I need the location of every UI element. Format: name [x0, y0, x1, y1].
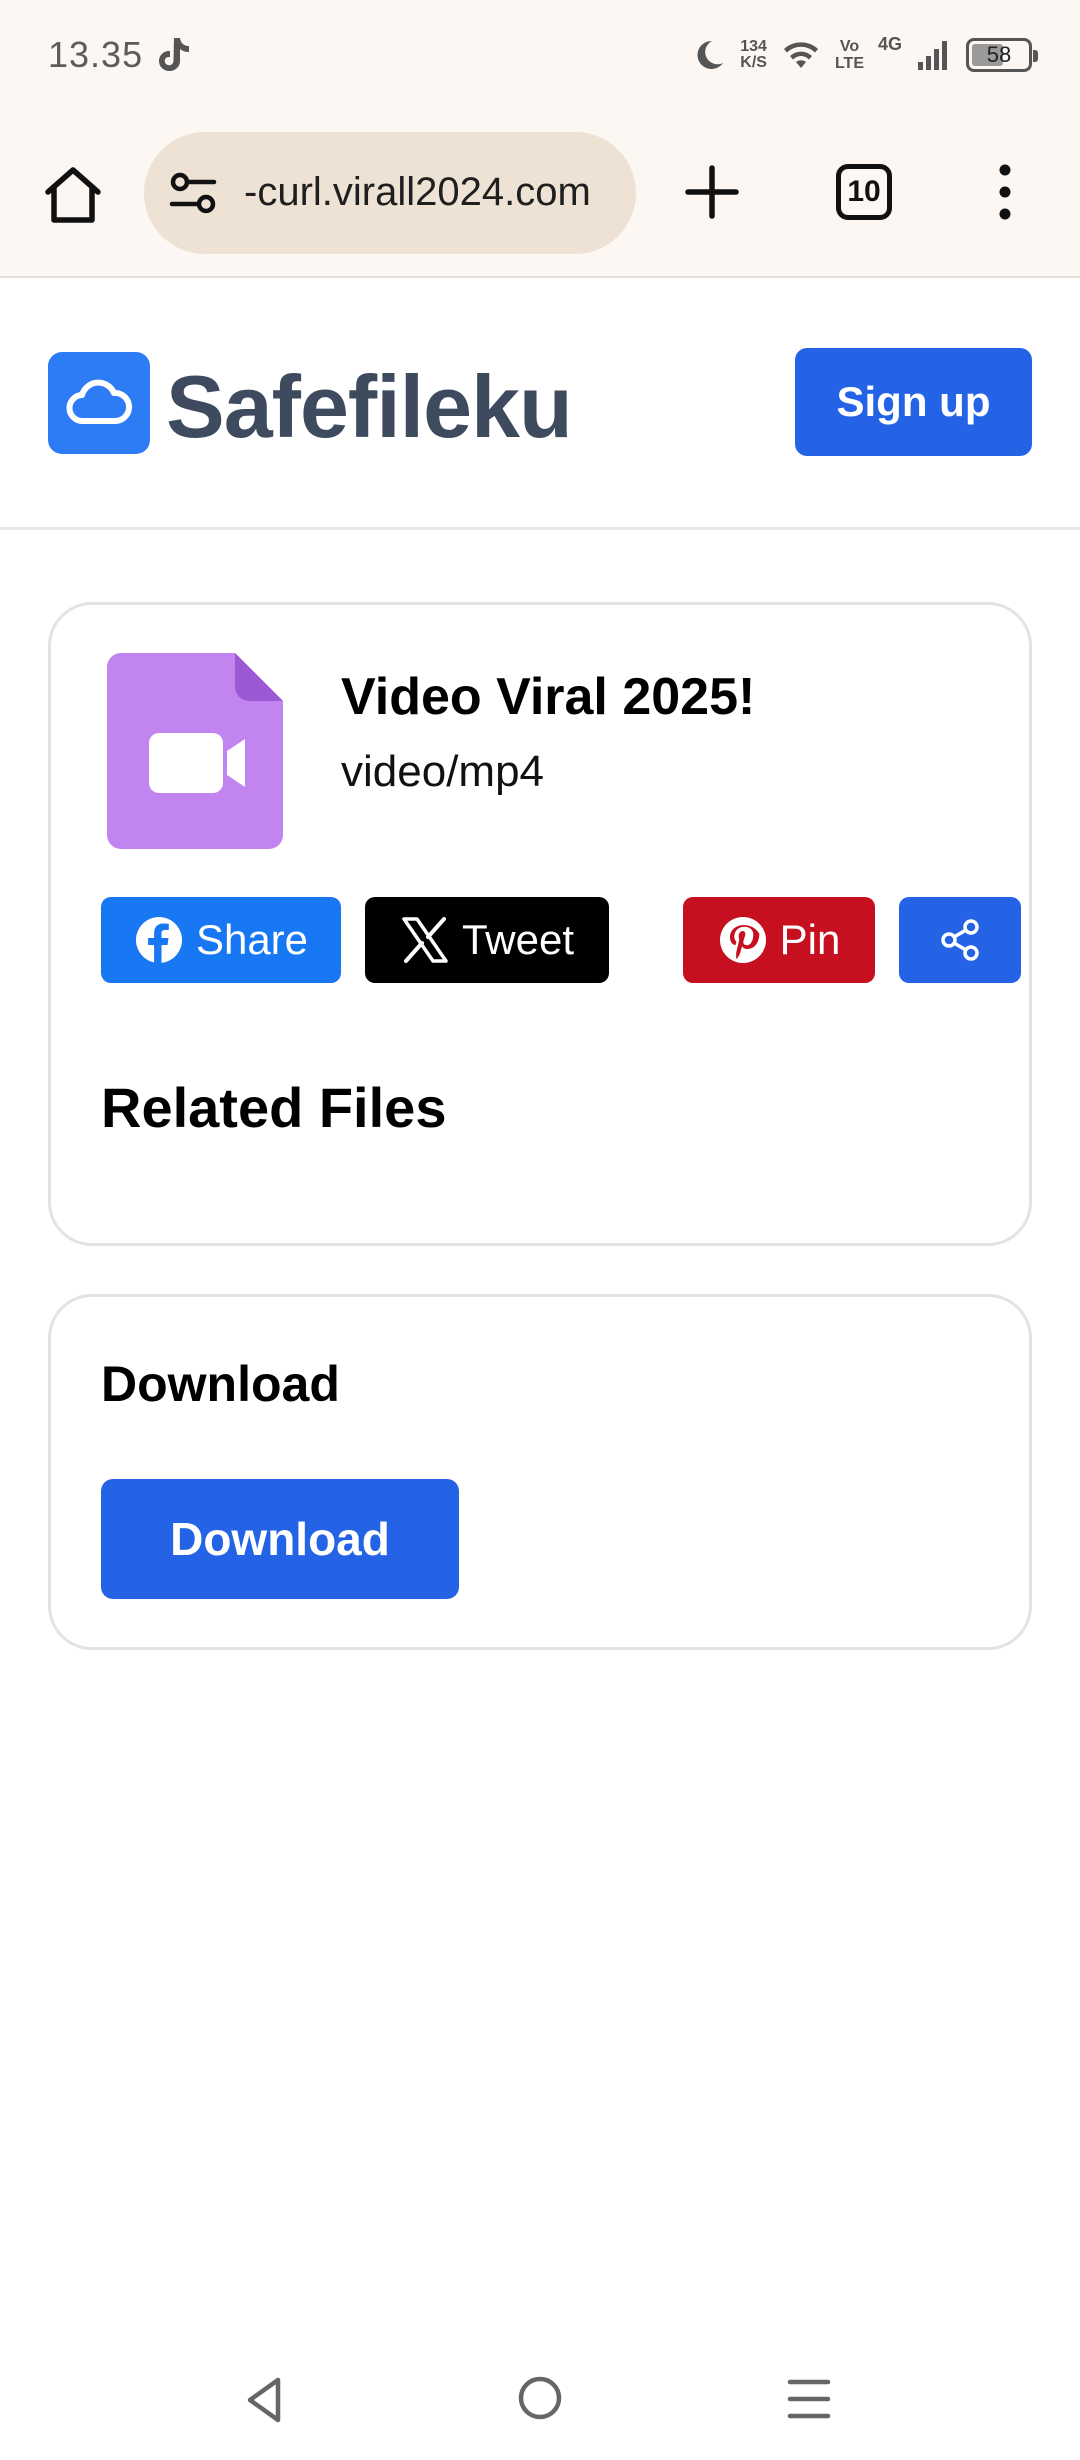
back-icon[interactable] — [240, 2374, 292, 2426]
share-icon — [941, 919, 979, 961]
sign-up-button[interactable]: Sign up — [795, 348, 1032, 456]
battery-percent: 58 — [986, 42, 1012, 67]
facebook-share-button[interactable]: Share — [101, 897, 341, 983]
file-mime-type: video/mp4 — [341, 747, 545, 796]
site-header: Safefileku Sign up — [0, 278, 1080, 530]
battery-icon: 58 — [966, 38, 1038, 72]
file-title: Video Viral 2025! — [341, 668, 756, 726]
logo[interactable] — [48, 352, 150, 454]
facebook-icon — [135, 917, 182, 963]
tab-switcher-button[interactable]: 10 — [836, 164, 892, 220]
x-tweet-label: Tweet — [461, 916, 575, 963]
download-button[interactable]: Download — [101, 1479, 459, 1599]
network-speed-unit: K/S — [740, 54, 767, 71]
pinterest-icon — [719, 917, 766, 963]
url-text[interactable]: -curl.virall2024.com — [244, 170, 624, 215]
volte-top: Vo — [839, 38, 860, 55]
volte-indicator: Vo LTE — [835, 38, 864, 72]
system-nav-bar — [0, 2340, 1080, 2460]
pinterest-pin-label: Pin — [779, 916, 841, 963]
facebook-share-label: Share — [195, 916, 309, 963]
network-type: 4G — [877, 34, 902, 54]
new-tab-icon[interactable] — [684, 164, 740, 220]
home-icon[interactable] — [40, 162, 106, 228]
related-files-heading: Related Files — [101, 1076, 447, 1139]
x-logo-icon — [402, 917, 448, 963]
pinterest-pin-button[interactable]: Pin — [683, 897, 875, 983]
recent-apps-icon[interactable] — [786, 2374, 832, 2424]
status-time: 13.35 — [48, 34, 144, 75]
network-speed: 134 K/S — [740, 39, 767, 71]
signal-icon — [918, 41, 947, 70]
x-tweet-button[interactable]: Tweet — [365, 897, 609, 983]
tab-count: 10 — [847, 175, 881, 208]
more-options-icon[interactable] — [990, 162, 1020, 222]
tiktok-icon — [159, 38, 189, 71]
cloud-icon — [66, 379, 133, 424]
address-bar[interactable]: -curl.virall2024.com — [144, 132, 636, 254]
site-name[interactable]: Safefileku — [166, 356, 573, 458]
do-not-disturb-moon-icon — [697, 40, 724, 69]
file-card: Video Viral 2025! video/mp4 Share Tweet … — [48, 602, 1032, 1246]
network-speed-value: 134 — [740, 38, 767, 55]
download-card: Download Download — [48, 1294, 1032, 1650]
volte-bottom: LTE — [834, 55, 864, 72]
status-bar: 13.35 134 K/S Vo LTE 4G 58 — [0, 0, 1080, 120]
site-settings-icon[interactable] — [168, 170, 218, 216]
status-icons: 134 K/S Vo LTE 4G 58 — [692, 30, 1038, 80]
download-heading: Download — [101, 1356, 340, 1412]
video-file-icon — [107, 653, 283, 849]
wifi-icon — [783, 42, 818, 68]
browser-toolbar: -curl.virall2024.com 10 — [0, 120, 1080, 278]
home-circle-icon[interactable] — [516, 2374, 564, 2422]
share-more-button[interactable] — [899, 897, 1021, 983]
